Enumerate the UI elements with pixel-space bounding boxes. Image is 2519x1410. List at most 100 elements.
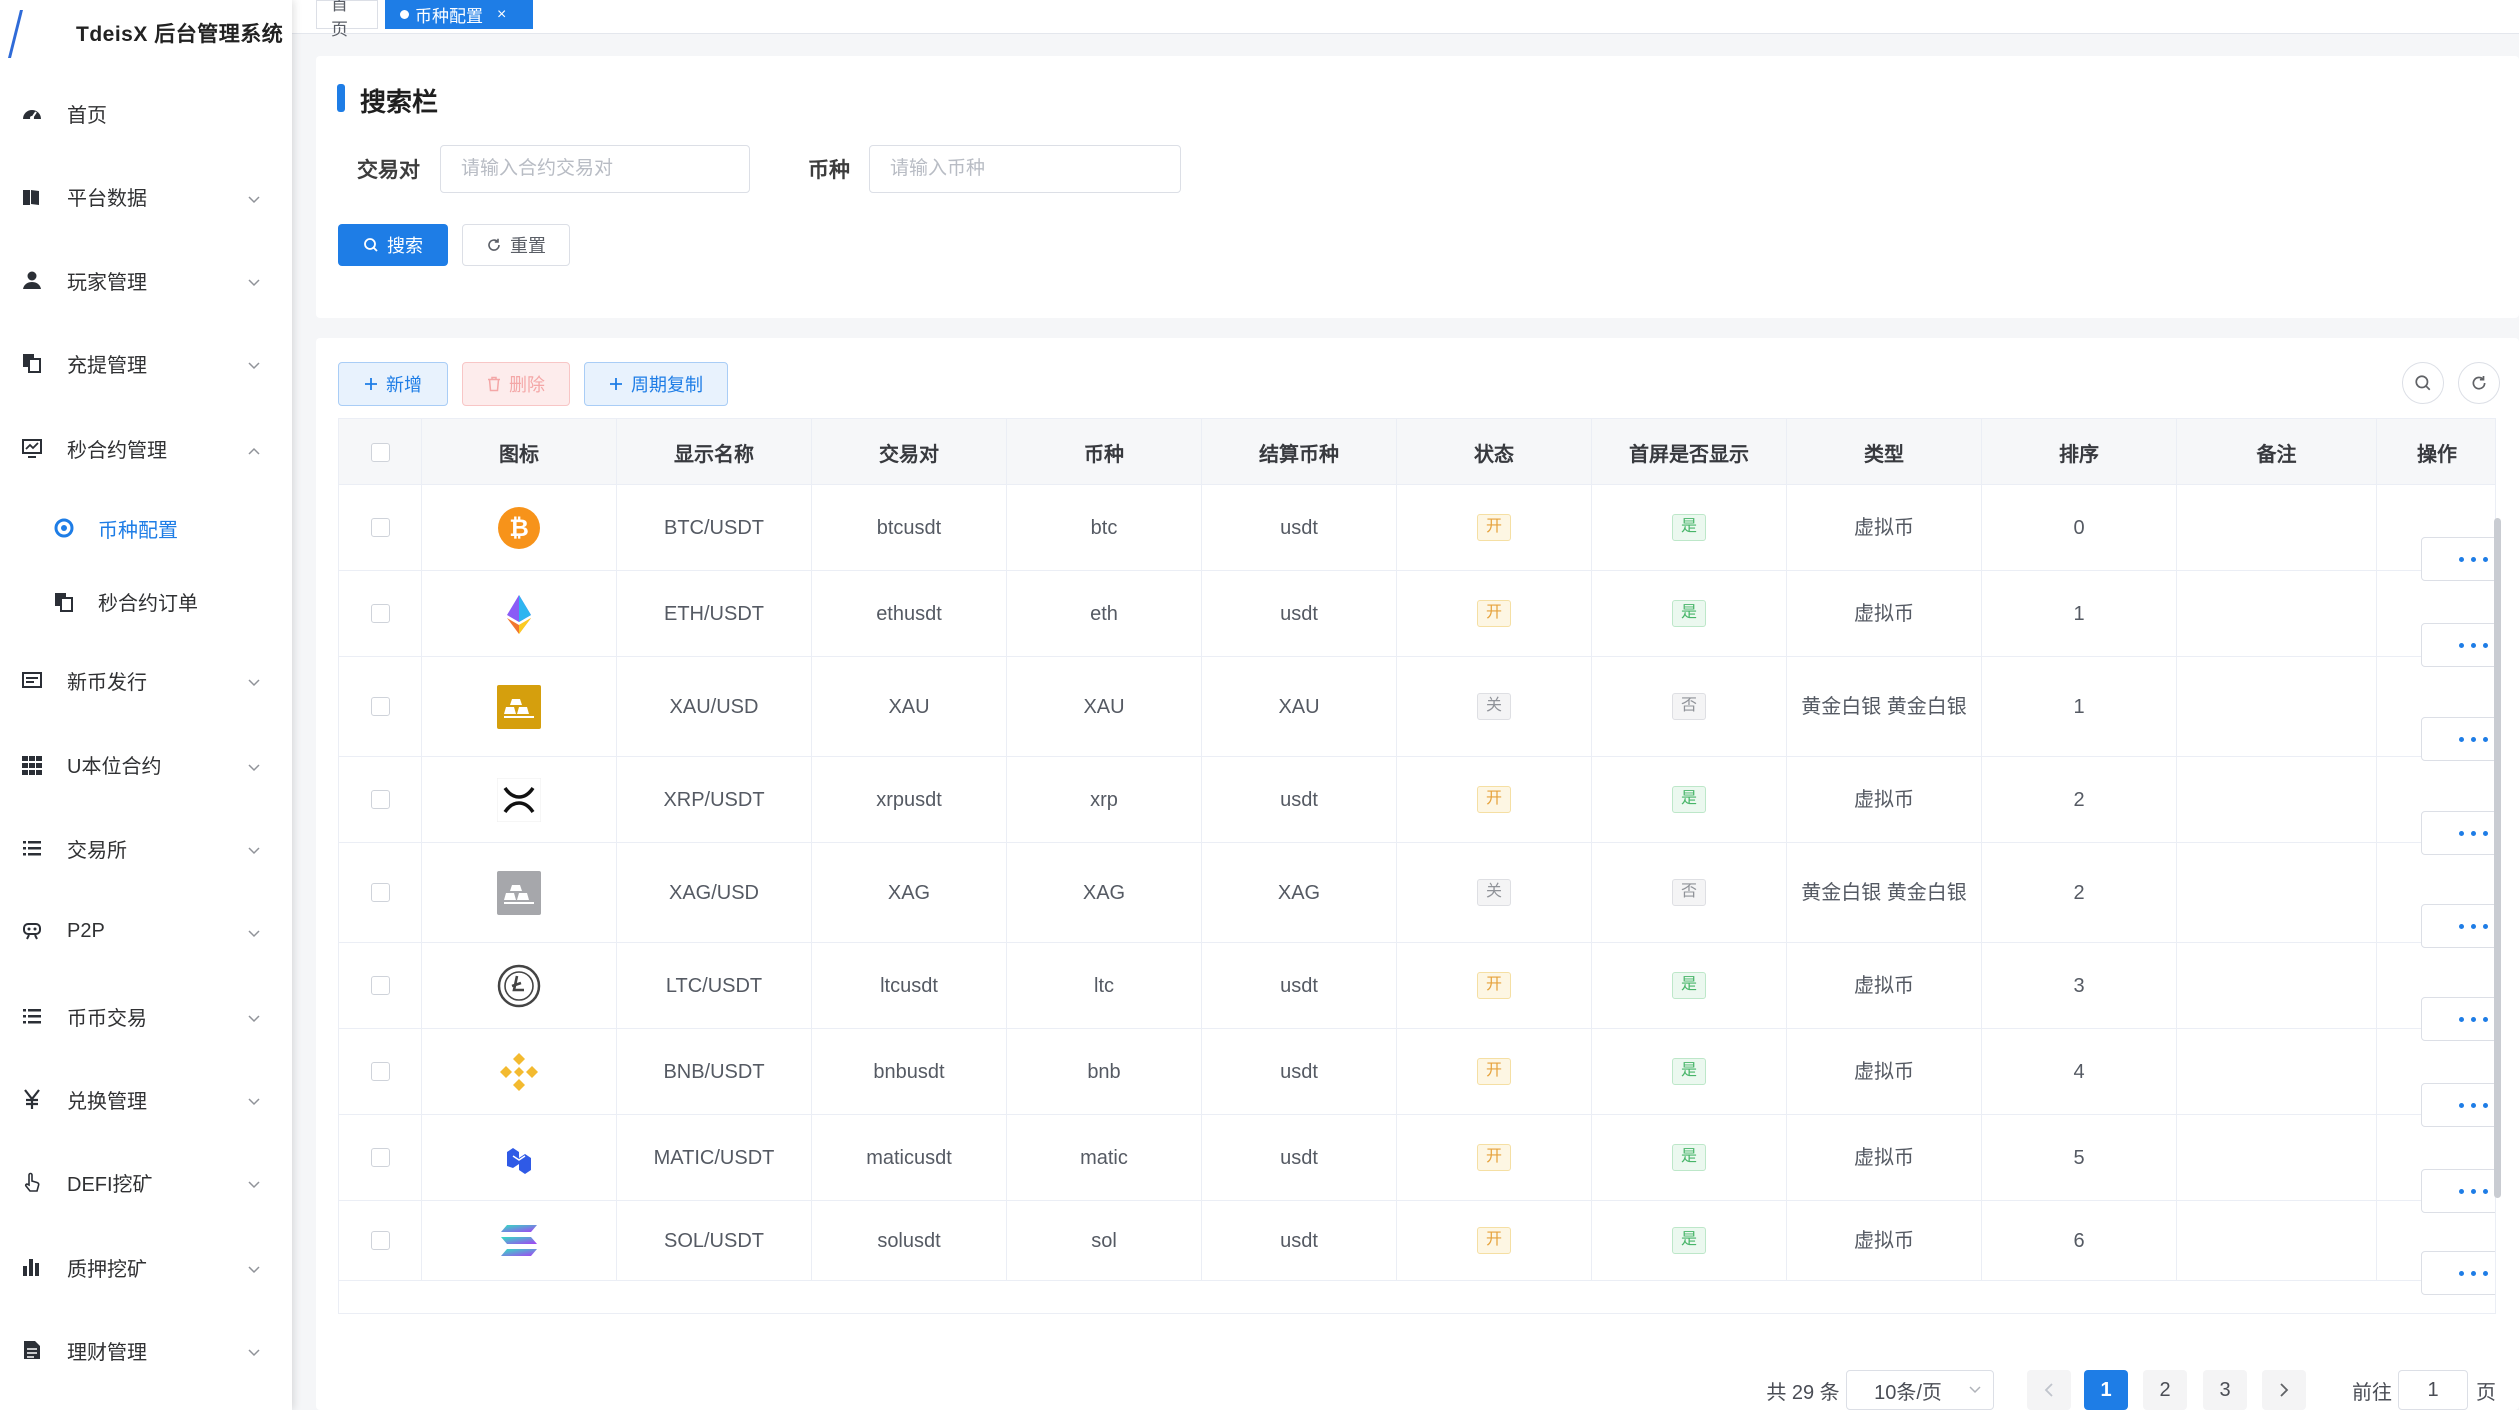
display-name-cell-text: MATIC/USDT (653, 1146, 775, 1169)
sort-cell: 5 (1982, 1115, 2177, 1200)
sidebar-item-7[interactable]: 新币发行 (0, 638, 292, 722)
sidebar-item-0[interactable]: 首页 (0, 72, 292, 156)
sidebar-item-4[interactable]: 秒合约管理 (0, 406, 292, 490)
sidebar-item-3[interactable]: 充提管理 (0, 321, 292, 405)
page-3[interactable]: 3 (2203, 1370, 2247, 1410)
sidebar-item-9[interactable]: 交易所 (0, 806, 292, 890)
page-size-select[interactable]: 10条/页 (1846, 1370, 1994, 1410)
more-actions-button[interactable] (2421, 717, 2495, 761)
add-button[interactable]: 新增 (338, 362, 448, 406)
select-cell (339, 757, 422, 842)
toggle-search-button[interactable] (2402, 362, 2444, 404)
sidebar-item-12[interactable]: 兑换管理 (0, 1057, 292, 1141)
sidebar-item-13[interactable]: DEFI挖矿 (0, 1140, 292, 1224)
column-header-3: 币种 (1007, 419, 1202, 485)
close-icon[interactable]: × (497, 6, 506, 24)
reset-button[interactable]: 重置 (462, 224, 570, 266)
row-checkbox[interactable] (370, 518, 390, 537)
sidebar-item-2[interactable]: 玩家管理 (0, 238, 292, 322)
sidebar-item-5[interactable]: 币种配置 (0, 486, 292, 570)
ltc-icon (497, 964, 541, 1008)
note-cell (2177, 1201, 2377, 1280)
pair-cell-text: bnbusdt (873, 1060, 945, 1083)
note-cell (2177, 1115, 2377, 1200)
sort-cell-text: 1 (2073, 602, 2085, 625)
home-display-cell: 是 (1592, 1201, 1787, 1280)
list-icon (20, 1004, 44, 1028)
more-actions-button[interactable] (2421, 997, 2495, 1041)
more-actions-button[interactable] (2421, 1083, 2495, 1127)
pair-input[interactable] (440, 145, 750, 193)
sidebar-item-1[interactable]: 平台数据 (0, 155, 292, 239)
row-checkbox[interactable] (370, 1231, 390, 1250)
status-cell: 开 (1397, 485, 1592, 570)
dot-icon (2470, 642, 2476, 648)
coin-cell: btc (1007, 485, 1202, 570)
dot-icon (2470, 556, 2476, 562)
status-badge: 开 (1476, 600, 1511, 627)
row-checkbox[interactable] (370, 1148, 390, 1167)
next-page-button[interactable] (2262, 1370, 2306, 1410)
row-checkbox[interactable] (370, 976, 390, 995)
prev-page-button[interactable] (2027, 1370, 2071, 1410)
table-scrollbar[interactable] (2494, 518, 2501, 1198)
display-name-cell-text: BNB/USDT (663, 1060, 765, 1083)
coin-cell: xrp (1007, 757, 1202, 842)
page-1[interactable]: 1 (2084, 1370, 2128, 1410)
select-all-checkbox[interactable] (370, 442, 390, 462)
more-actions-button[interactable] (2421, 904, 2495, 948)
home-display-cell: 是 (1592, 1029, 1787, 1114)
eth-icon (497, 592, 541, 636)
sidebar-item-15[interactable]: 理财管理 (0, 1308, 292, 1392)
sidebar-item-11[interactable]: 币币交易 (0, 974, 292, 1058)
chevron-down-icon (248, 357, 260, 370)
more-actions-button[interactable] (2421, 623, 2495, 667)
row-checkbox[interactable] (370, 790, 390, 809)
more-actions-button[interactable] (2421, 1251, 2495, 1295)
more-actions-button[interactable] (2421, 537, 2495, 581)
display-name-cell: MATIC/USDT (617, 1115, 812, 1200)
chevron-up-icon (248, 442, 260, 455)
coin-cell: eth (1007, 571, 1202, 656)
status-cell: 关 (1397, 843, 1592, 942)
type-text: 虚拟币 (1854, 1146, 1914, 1169)
sidebar-item-label: 秒合约管理 (67, 439, 167, 462)
status-badge: 开 (1476, 1227, 1511, 1254)
sort-cell: 4 (1982, 1029, 2177, 1114)
sidebar-item-8[interactable]: U本位合约 (0, 723, 292, 807)
dot-icon (2482, 556, 2488, 562)
more-actions-button[interactable] (2421, 811, 2495, 855)
home-display-badge: 否 (1671, 693, 1706, 720)
sidebar-item-10[interactable]: P2P (0, 889, 292, 973)
page-2[interactable]: 2 (2143, 1370, 2187, 1410)
column-header-8: 排序 (1982, 419, 2177, 485)
tab-home-label: 首页 (331, 0, 348, 39)
home-display-cell: 是 (1592, 757, 1787, 842)
reset-button-label: 重置 (510, 236, 546, 256)
pair-cell-text: XAG (887, 881, 931, 904)
book-icon (20, 185, 44, 209)
home-display-badge: 是 (1671, 1144, 1706, 1171)
delete-button[interactable]: 删除 (462, 362, 570, 406)
sidebar-item-6[interactable]: 秒合约订单 (0, 560, 292, 644)
more-actions-button[interactable] (2421, 1169, 2495, 1213)
cycle-copy-button[interactable]: 周期复制 (584, 362, 728, 406)
row-checkbox[interactable] (370, 604, 390, 623)
status-badge: 开 (1476, 1144, 1511, 1171)
coin-input[interactable] (869, 145, 1181, 193)
silver-icon (497, 870, 541, 915)
tab-home[interactable]: 首页 (316, 0, 378, 39)
search-button[interactable]: 搜索 (338, 224, 448, 266)
sidebar-item-14[interactable]: 质押挖矿 (0, 1225, 292, 1309)
row-checkbox[interactable] (370, 883, 390, 902)
goto-page-input[interactable]: 1 (2398, 1370, 2468, 1410)
pair-cell-text: ltcusdt (880, 974, 938, 997)
row-checkbox[interactable] (370, 1062, 390, 1081)
tab-coin-config[interactable]: 币种配置 × (385, 0, 533, 29)
refresh-button[interactable] (2458, 362, 2500, 404)
row-checkbox[interactable] (370, 697, 390, 716)
type-cell: 虚拟币 (1787, 757, 1982, 842)
icon-cell: ₿ (422, 485, 617, 570)
home-display-badge: 是 (1671, 514, 1706, 541)
settle-coin-cell-text: usdt (1280, 1146, 1318, 1169)
